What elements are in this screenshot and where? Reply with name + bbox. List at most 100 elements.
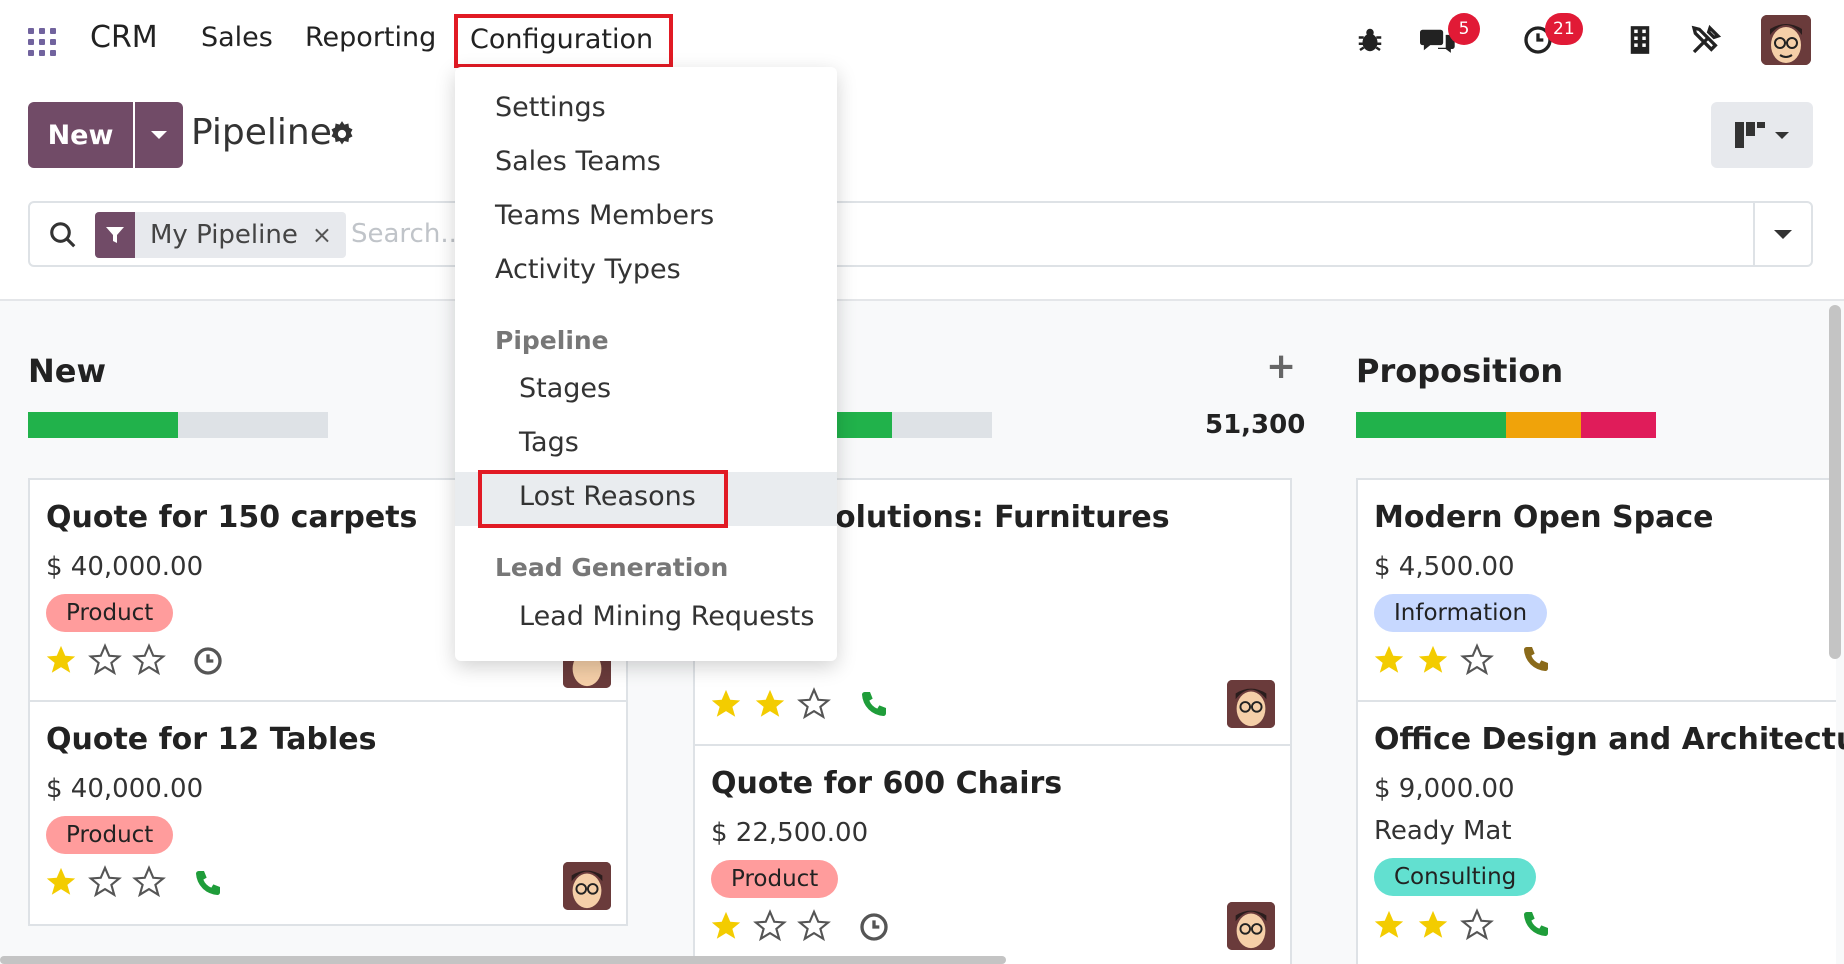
search-facet: My Pipeline × — [95, 212, 346, 258]
card-amount: $ 9,000.00 — [1374, 774, 1515, 804]
company-building-icon[interactable] — [1622, 22, 1658, 58]
priority-stars[interactable] — [1372, 908, 1494, 942]
phone-icon[interactable] — [1520, 643, 1552, 675]
star-empty-icon — [753, 909, 787, 942]
star-empty-icon — [1460, 908, 1494, 941]
card-title: Quote for 600 Chairs — [711, 766, 1063, 801]
card-amount: $ 40,000.00 — [46, 774, 204, 804]
caret-down-icon — [1775, 131, 1789, 139]
menu-sales[interactable]: Sales — [201, 22, 273, 53]
search-options-toggle[interactable] — [1753, 203, 1811, 265]
star-filled-icon — [1418, 910, 1448, 938]
column-progress-bar[interactable] — [820, 412, 992, 438]
column-progress-bar[interactable] — [1356, 412, 1656, 438]
view-switcher-button[interactable] — [1711, 102, 1813, 168]
star-filled-icon — [755, 689, 785, 717]
menu-item-tags[interactable]: Tags — [519, 427, 579, 458]
card-title: Office Design and Architecture — [1374, 722, 1844, 757]
debug-bug-icon[interactable] — [1352, 22, 1388, 58]
kanban-view-icon — [1735, 122, 1765, 148]
tag-consulting: Consulting — [1374, 858, 1537, 896]
user-avatar[interactable] — [1761, 15, 1811, 65]
card-title: Quote for 12 Tables — [46, 722, 377, 757]
tag-product: Product — [46, 594, 174, 632]
column-title-new[interactable]: New — [28, 352, 106, 390]
facet-remove-icon[interactable]: × — [312, 221, 346, 249]
top-navbar: CRM Sales Reporting Configuration 5 21 — [0, 0, 1844, 80]
phone-icon[interactable] — [1520, 908, 1552, 940]
menu-configuration-label: Configuration — [470, 24, 654, 55]
star-filled-icon — [1374, 910, 1404, 938]
clock-icon[interactable] — [858, 911, 890, 943]
messages-badge: 5 — [1448, 13, 1480, 45]
lead-card[interactable]: Quote for 12 Tables $ 40,000.00 Product — [28, 700, 628, 926]
caret-down-icon — [151, 131, 167, 139]
activities-badge: 21 — [1545, 13, 1583, 45]
menu-item-sales-teams[interactable]: Sales Teams — [495, 146, 661, 177]
card-title: Modern Open Space — [1374, 500, 1714, 535]
caret-down-icon — [1774, 229, 1792, 239]
card-avatar[interactable] — [1227, 680, 1275, 728]
search-input[interactable]: Search... — [351, 219, 465, 249]
tools-icon[interactable] — [1688, 22, 1724, 58]
menu-item-lead-mining-requests[interactable]: Lead Mining Requests — [519, 601, 814, 632]
phone-icon[interactable] — [858, 688, 890, 720]
tag-product: Product — [711, 860, 839, 898]
menu-header-pipeline: Pipeline — [495, 326, 609, 355]
menu-configuration[interactable]: Configuration — [454, 14, 674, 68]
menu-item-teams-members[interactable]: Teams Members — [495, 200, 714, 231]
star-filled-icon — [46, 645, 76, 673]
card-subtitle: Ready Mat — [1374, 816, 1512, 846]
priority-stars[interactable] — [709, 687, 831, 721]
tag-information: Information — [1374, 594, 1548, 632]
kanban-board: New Quote for 150 carpets $ 40,000.00 Pr… — [0, 299, 1844, 964]
phone-icon[interactable] — [192, 867, 224, 899]
priority-stars[interactable] — [1372, 643, 1494, 677]
star-empty-icon — [797, 909, 831, 942]
star-filled-icon — [1374, 645, 1404, 673]
horizontal-scrollbar[interactable] — [0, 956, 1006, 964]
priority-stars[interactable] — [709, 909, 831, 943]
star-empty-icon — [132, 643, 166, 676]
star-filled-icon — [46, 867, 76, 895]
star-empty-icon — [1460, 643, 1494, 676]
priority-stars[interactable] — [44, 643, 166, 677]
lead-card[interactable]: Modern Open Space $ 4,500.00 Information — [1356, 478, 1836, 702]
app-brand[interactable]: CRM — [90, 20, 158, 55]
card-amount: $ 22,500.00 — [711, 818, 869, 848]
star-empty-icon — [88, 643, 122, 676]
priority-stars[interactable] — [44, 865, 166, 899]
star-filled-icon — [1418, 645, 1448, 673]
new-options-toggle[interactable] — [135, 102, 183, 168]
star-empty-icon — [797, 687, 831, 720]
card-amount: $ 40,000.00 — [46, 552, 204, 582]
column-add-button[interactable]: + — [1266, 346, 1296, 387]
vertical-scrollbar[interactable] — [1829, 305, 1841, 659]
menu-item-stages[interactable]: Stages — [519, 373, 611, 404]
column-total: 51,300 — [1205, 410, 1306, 440]
star-empty-icon — [132, 865, 166, 898]
lead-card[interactable]: Quote for 600 Chairs $ 22,500.00 Product — [693, 744, 1292, 964]
menu-item-activity-types[interactable]: Activity Types — [495, 254, 681, 285]
apps-menu-icon[interactable] — [28, 28, 56, 56]
configuration-dropdown: Settings Sales Teams Teams Members Activ… — [455, 67, 837, 661]
card-avatar[interactable] — [563, 862, 611, 910]
column-progress-bar[interactable] — [28, 412, 328, 438]
card-avatar[interactable] — [1227, 902, 1275, 950]
new-button[interactable]: New — [28, 102, 133, 168]
card-title: Quote for 150 carpets — [46, 500, 418, 535]
search-bar: My Pipeline × Search... — [28, 201, 1813, 267]
menu-reporting[interactable]: Reporting — [305, 22, 436, 53]
card-title: olutions: Furnitures — [835, 500, 1170, 535]
highlight-box — [478, 470, 728, 528]
clock-icon[interactable] — [192, 645, 224, 677]
gear-icon[interactable] — [328, 120, 356, 148]
search-icon[interactable] — [48, 220, 78, 250]
lead-card[interactable]: Office Design and Architecture $ 9,000.0… — [1356, 700, 1844, 964]
star-filled-icon — [711, 689, 741, 717]
filter-icon — [95, 212, 135, 258]
menu-item-settings[interactable]: Settings — [495, 92, 606, 123]
column-title-proposition[interactable]: Proposition — [1356, 352, 1563, 390]
tag-product: Product — [46, 816, 174, 854]
star-empty-icon — [88, 865, 122, 898]
